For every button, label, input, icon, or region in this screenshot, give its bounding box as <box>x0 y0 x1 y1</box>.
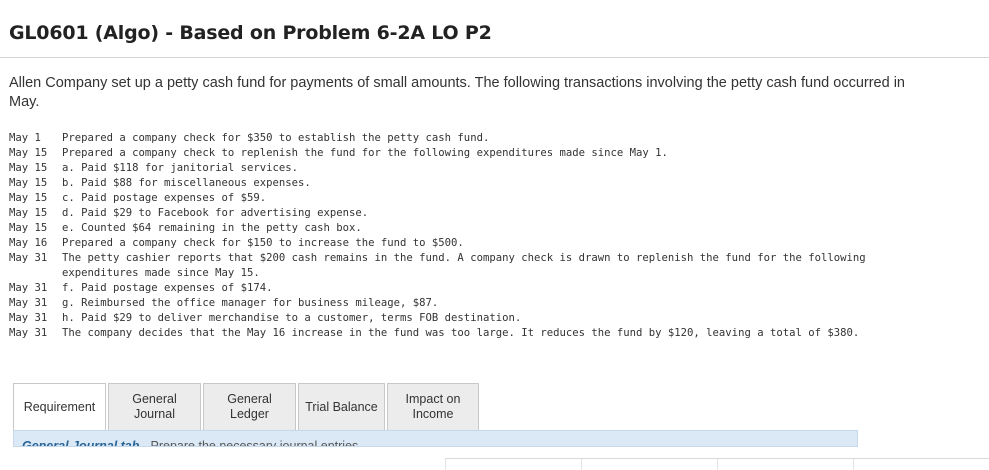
transaction-row: May 15 e. Counted $64 remaining in the pe… <box>9 221 932 236</box>
tab-label: Requirement <box>23 399 96 414</box>
table-cell <box>581 459 717 470</box>
transaction-date: May 31 <box>9 297 48 309</box>
transaction-text: c. Paid postage expenses of $59. <box>62 192 267 204</box>
tab-label: General Ledger <box>227 392 272 421</box>
transaction-text: Prepared a company check for $350 to est… <box>62 132 490 144</box>
transaction-date: May 15 <box>9 207 48 219</box>
transaction-date: May 15 <box>9 147 48 159</box>
transaction-text: f. Paid postage expenses of $174. <box>62 282 273 294</box>
tab-requirement[interactable]: Requirement <box>13 383 106 431</box>
transaction-date: May 15 <box>9 192 48 204</box>
transaction-row: May 16 Prepared a company check for $150 … <box>9 236 932 251</box>
transaction-row: May 1 Prepared a company check for $350 t… <box>9 131 932 146</box>
transaction-row: May 31 g. Reimbursed the office manager f… <box>9 296 932 311</box>
transaction-date: May 31 <box>9 312 48 324</box>
transaction-text: e. Counted $64 remaining in the petty ca… <box>62 222 362 234</box>
transaction-date: May 15 <box>9 162 48 174</box>
transaction-text: g. Reimbursed the office manager for bus… <box>62 297 439 309</box>
transaction-date: May 31 <box>9 327 48 339</box>
tab-label: General Journal <box>132 392 177 421</box>
tab-impact-on-income[interactable]: Impact on Income <box>387 383 479 431</box>
transaction-text: b. Paid $88 for miscellaneous expenses. <box>62 177 311 189</box>
transaction-text: The petty cashier reports that $200 cash… <box>62 252 873 279</box>
tab-label: Impact on Income <box>405 392 461 421</box>
tab-label: Trial Balance <box>305 399 378 414</box>
transaction-row: May 15 d. Paid $29 to Facebook for advert… <box>9 206 932 221</box>
tab-bar: Requirement General Journal General Ledg… <box>13 383 481 431</box>
transaction-text: Prepared a company check to replenish th… <box>62 147 668 159</box>
transaction-date: May 15 <box>9 222 48 234</box>
transaction-row: May 15 c. Paid postage expenses of $59. <box>9 191 932 206</box>
table-header-edge <box>445 458 989 470</box>
transaction-row: May 15 b. Paid $88 for miscellaneous expe… <box>9 176 932 191</box>
transaction-text: a. Paid $118 for janitorial services. <box>62 162 298 174</box>
transaction-row: May 15 Prepared a company check to replen… <box>9 146 932 161</box>
transaction-date: May 1 <box>9 132 41 144</box>
transaction-row: May 31 The company decides that the May 1… <box>9 326 932 341</box>
transaction-row: May 15 a. Paid $118 for janitorial servic… <box>9 161 932 176</box>
transaction-text: Prepared a company check for $150 to inc… <box>62 237 464 249</box>
tab-general-journal[interactable]: General Journal <box>108 383 201 431</box>
page-title: GL0601 (Algo) - Based on Problem 6-2A LO… <box>9 22 492 44</box>
transaction-date: May 15 <box>9 177 48 189</box>
transaction-list: May 1 Prepared a company check for $350 t… <box>9 131 932 341</box>
transaction-date: May 16 <box>9 237 48 249</box>
tab-instruction-panel: General Journal tab - Prepare the necess… <box>13 430 858 447</box>
transaction-date: May 31 <box>9 282 48 294</box>
problem-intro: Allen Company set up a petty cash fund f… <box>9 75 905 110</box>
title-divider <box>0 57 989 58</box>
transaction-date: May 31 <box>9 252 48 264</box>
table-cell <box>445 459 581 470</box>
tab-general-ledger[interactable]: General Ledger <box>203 383 296 431</box>
table-cell <box>853 459 989 470</box>
transaction-text: The company decides that the May 16 incr… <box>62 327 860 339</box>
table-cell <box>717 459 853 470</box>
transaction-text: h. Paid $29 to deliver merchandise to a … <box>62 312 522 324</box>
tab-instruction-name: General Journal tab <box>22 439 140 447</box>
transaction-row: May 31 f. Paid postage expenses of $174. <box>9 281 932 296</box>
tab-trial-balance[interactable]: Trial Balance <box>298 383 385 431</box>
transaction-row: May 31 The petty cashier reports that $20… <box>9 251 932 281</box>
tab-instruction: General Journal tab - Prepare the necess… <box>22 439 362 447</box>
tab-instruction-text: - Prepare the necessary journal entries. <box>142 439 362 447</box>
transaction-text: d. Paid $29 to Facebook for advertising … <box>62 207 369 219</box>
transaction-row: May 31 h. Paid $29 to deliver merchandise… <box>9 311 932 326</box>
